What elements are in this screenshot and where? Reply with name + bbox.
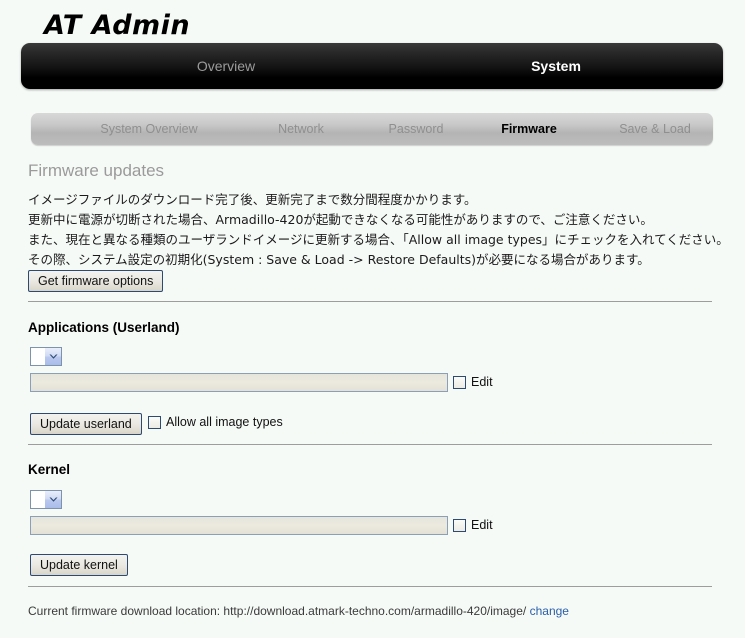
- chevron-down-icon: [44, 491, 61, 508]
- kernel-edit-checkbox[interactable]: [453, 519, 466, 532]
- subnav-item-save-load[interactable]: Save & Load: [595, 113, 715, 145]
- description-line-1: イメージファイルのダウンロード完了後、更新完了まで数分間程度かかります。: [28, 192, 477, 207]
- update-userland-button[interactable]: Update userland: [30, 413, 142, 435]
- description-line-3: また、現在と異なる種類のユーザランドイメージに更新する場合、「Allow all…: [28, 232, 729, 247]
- mainnav-item-system[interactable]: System: [411, 43, 701, 89]
- kernel-edit-label: Edit: [471, 518, 493, 532]
- subnav-item-system-overview[interactable]: System Overview: [79, 113, 219, 145]
- chevron-down-icon: [44, 348, 61, 365]
- get-firmware-options-button[interactable]: Get firmware options: [28, 270, 164, 292]
- kernel-image-path-input[interactable]: [30, 516, 448, 535]
- userland-heading: Applications (Userland): [28, 320, 180, 335]
- allow-all-image-types-checkbox[interactable]: [148, 416, 161, 429]
- subnav-item-password[interactable]: Password: [361, 113, 471, 145]
- sub-navigation: System Overview Network Password Firmwar…: [31, 113, 713, 145]
- divider-above-footer: [28, 586, 712, 587]
- main-navigation: Overview System: [21, 43, 723, 89]
- userland-edit-checkbox[interactable]: [453, 376, 466, 389]
- footer: Current firmware download location: http…: [28, 604, 569, 618]
- change-download-location-link[interactable]: change: [530, 604, 569, 618]
- page-root: AT Admin Overview System System Overview…: [0, 0, 745, 638]
- kernel-image-select[interactable]: [30, 490, 62, 509]
- page-title: Firmware updates: [28, 161, 165, 180]
- userland-image-path-input[interactable]: [30, 373, 448, 392]
- mainnav-item-overview[interactable]: Overview: [81, 43, 371, 89]
- brand-logo: AT Admin: [44, 10, 191, 41]
- subnav-item-network[interactable]: Network: [246, 113, 356, 145]
- divider-above-userland: [28, 301, 712, 302]
- update-kernel-button[interactable]: Update kernel: [30, 554, 128, 576]
- description-line-4: その際、システム設定の初期化(System : Save & Load -> R…: [28, 252, 650, 267]
- download-location-text: Current firmware download location: http…: [28, 604, 527, 618]
- kernel-heading: Kernel: [28, 462, 71, 477]
- divider-above-kernel: [28, 444, 712, 445]
- description-line-2: 更新中に電源が切断された場合、Armadillo-420が起動できなくなる可能性…: [28, 212, 653, 227]
- userland-image-select[interactable]: [30, 347, 62, 366]
- subnav-item-firmware[interactable]: Firmware: [474, 113, 584, 145]
- allow-all-image-types-label: Allow all image types: [166, 415, 283, 429]
- userland-edit-label: Edit: [471, 375, 493, 389]
